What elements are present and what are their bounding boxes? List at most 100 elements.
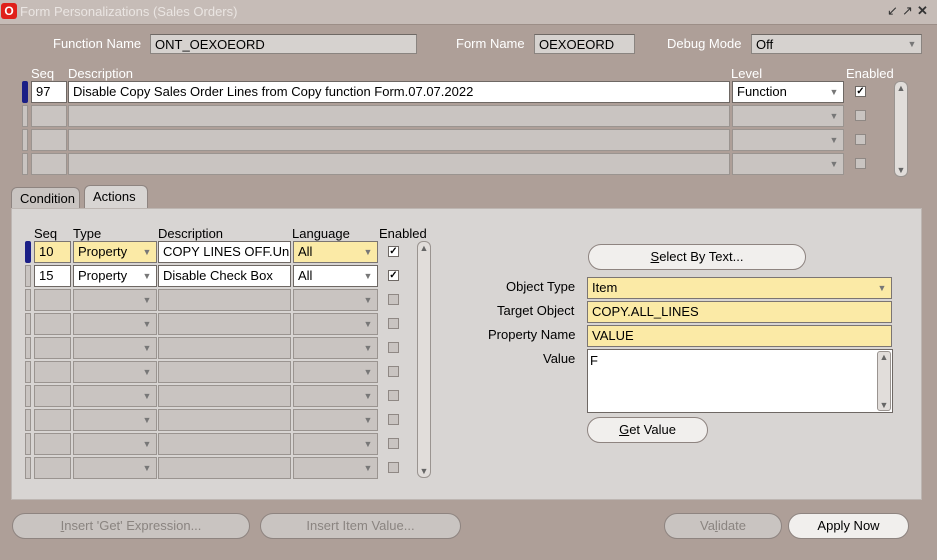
rule-description-field[interactable] [68, 129, 730, 151]
row-indicator[interactable] [25, 457, 31, 479]
action-description-field[interactable] [158, 433, 291, 455]
action-type-select[interactable]: ▼ [73, 433, 157, 455]
action-type-select[interactable]: ▼ [73, 409, 157, 431]
action-language-select[interactable]: ▼ [293, 409, 378, 431]
insert-item-value-button[interactable]: Insert Item Value... [260, 513, 461, 539]
scroll-down-icon[interactable]: ▼ [418, 466, 430, 476]
scroll-down-icon[interactable]: ▼ [895, 165, 907, 175]
row-indicator[interactable] [25, 265, 31, 287]
row-indicator[interactable] [25, 433, 31, 455]
action-language-select[interactable]: ▼ [293, 385, 378, 407]
action-seq-field[interactable] [34, 457, 71, 479]
property-name-field[interactable]: VALUE [587, 325, 892, 347]
form-name-field[interactable]: OEXOEORD [534, 34, 635, 54]
action-language-select[interactable]: ▼ [293, 337, 378, 359]
rule-description-field[interactable] [68, 153, 730, 175]
action-type-select[interactable]: ▼ [73, 337, 157, 359]
actions-scrollbar[interactable]: ▲ ▼ [417, 241, 431, 478]
apply-now-button[interactable]: Apply Now [788, 513, 909, 539]
rule-enabled-checkbox[interactable] [855, 110, 866, 121]
action-language-select[interactable]: ▼ [293, 289, 378, 311]
rule-level-select[interactable]: ▼ [732, 129, 844, 151]
rule-enabled-checkbox[interactable] [855, 158, 866, 169]
insert-get-expression-button[interactable]: Insert 'Get' Expression... [12, 513, 250, 539]
row-indicator[interactable] [25, 385, 31, 407]
scroll-up-icon[interactable]: ▲ [418, 243, 430, 253]
target-object-field[interactable]: COPY.ALL_LINES [587, 301, 892, 323]
action-language-select[interactable]: ▼ [293, 457, 378, 479]
rule-seq-field[interactable] [31, 105, 67, 127]
action-enabled-checkbox[interactable]: ✓ [388, 270, 399, 281]
row-indicator[interactable] [22, 129, 28, 151]
action-seq-field[interactable]: 15 [34, 265, 71, 287]
action-seq-field[interactable] [34, 313, 71, 335]
action-enabled-checkbox[interactable] [388, 414, 399, 425]
action-enabled-checkbox[interactable] [388, 438, 399, 449]
row-indicator[interactable] [25, 313, 31, 335]
debug-mode-select[interactable]: Off ▼ [751, 34, 922, 54]
row-indicator[interactable] [25, 289, 31, 311]
action-language-select[interactable]: ▼ [293, 313, 378, 335]
action-seq-field[interactable] [34, 409, 71, 431]
action-enabled-checkbox[interactable] [388, 462, 399, 473]
select-by-text-button[interactable]: Select By Text... [588, 244, 806, 270]
action-enabled-checkbox[interactable]: ✓ [388, 246, 399, 257]
rule-seq-field[interactable] [31, 153, 67, 175]
minimize-icon[interactable]: ↙ [886, 3, 899, 19]
rule-description-field[interactable]: Disable Copy Sales Order Lines from Copy… [68, 81, 730, 103]
close-icon[interactable]: ✕ [916, 3, 929, 19]
action-enabled-checkbox[interactable] [388, 366, 399, 377]
rule-enabled-checkbox[interactable]: ✓ [855, 86, 866, 97]
rule-enabled-checkbox[interactable] [855, 134, 866, 145]
tab-actions[interactable]: Actions [84, 185, 148, 209]
action-language-select[interactable]: ▼ [293, 361, 378, 383]
action-description-field[interactable]: Disable Check Box [158, 265, 291, 287]
tab-condition[interactable]: Condition [11, 187, 80, 209]
action-description-field[interactable] [158, 385, 291, 407]
action-type-select[interactable]: ▼ [73, 289, 157, 311]
action-type-select[interactable]: ▼ [73, 385, 157, 407]
row-indicator[interactable] [25, 361, 31, 383]
object-type-select[interactable]: Item ▼ [587, 277, 892, 299]
action-description-field[interactable] [158, 313, 291, 335]
rule-description-field[interactable] [68, 105, 730, 127]
row-indicator-current[interactable] [22, 81, 28, 103]
row-indicator[interactable] [22, 105, 28, 127]
rules-scrollbar[interactable]: ▲ ▼ [894, 81, 908, 177]
action-type-select[interactable]: ▼ [73, 457, 157, 479]
action-seq-field[interactable] [34, 361, 71, 383]
action-description-field[interactable] [158, 457, 291, 479]
function-name-field[interactable]: ONT_OEXOEORD [150, 34, 417, 54]
row-indicator[interactable] [25, 337, 31, 359]
action-type-select[interactable]: Property ▼ [73, 241, 157, 263]
action-language-select[interactable]: All ▼ [293, 265, 378, 287]
action-description-field[interactable] [158, 337, 291, 359]
rule-level-select[interactable]: ▼ [732, 153, 844, 175]
action-seq-field[interactable] [34, 433, 71, 455]
action-language-select[interactable]: All ▼ [293, 241, 378, 263]
action-description-field[interactable] [158, 361, 291, 383]
action-language-select[interactable]: ▼ [293, 433, 378, 455]
action-seq-field[interactable] [34, 385, 71, 407]
action-enabled-checkbox[interactable] [388, 390, 399, 401]
row-indicator[interactable] [25, 409, 31, 431]
action-enabled-checkbox[interactable] [388, 294, 399, 305]
get-value-button[interactable]: Get Value [587, 417, 708, 443]
scroll-up-icon[interactable]: ▲ [878, 352, 890, 362]
maximize-icon[interactable]: ↗ [901, 3, 914, 19]
row-indicator-current[interactable] [25, 241, 31, 263]
validate-button[interactable]: Validate [664, 513, 782, 539]
rule-level-select[interactable]: Function ▼ [732, 81, 844, 103]
scroll-up-icon[interactable]: ▲ [895, 83, 907, 93]
rule-seq-field[interactable] [31, 129, 67, 151]
action-description-field[interactable] [158, 409, 291, 431]
action-seq-field[interactable]: 10 [34, 241, 71, 263]
action-type-select[interactable]: ▼ [73, 361, 157, 383]
value-scrollbar[interactable]: ▲ ▼ [877, 351, 891, 411]
action-description-field[interactable]: COPY LINES OFF.Un [158, 241, 291, 263]
value-textarea[interactable]: F ▲ ▼ [587, 349, 893, 413]
action-seq-field[interactable] [34, 289, 71, 311]
rule-level-select[interactable]: ▼ [732, 105, 844, 127]
action-enabled-checkbox[interactable] [388, 318, 399, 329]
rule-seq-field[interactable]: 97 [31, 81, 67, 103]
